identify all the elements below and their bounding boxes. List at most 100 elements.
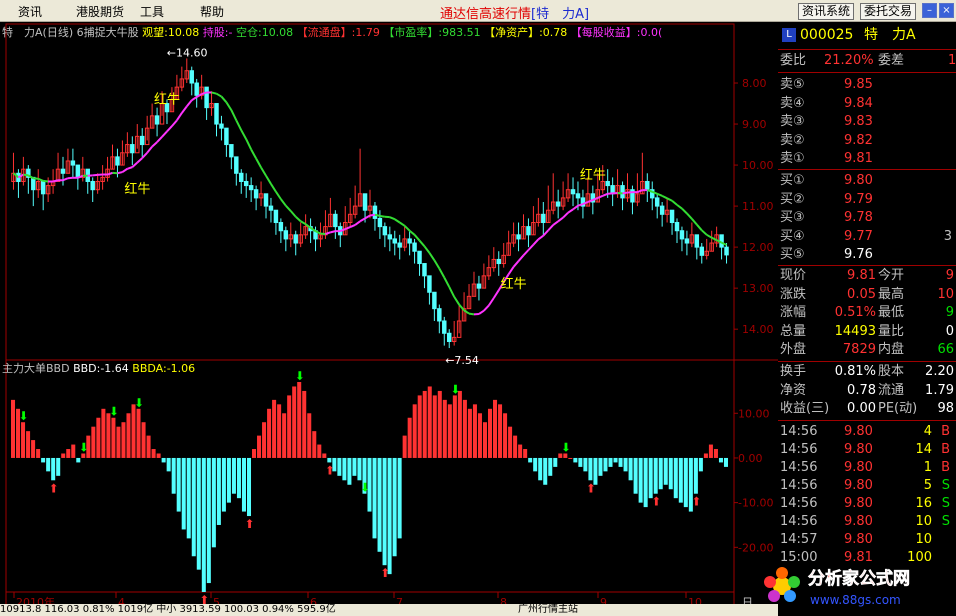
tick-volume: 10 [915,532,932,547]
bbd-bar [186,457,191,539]
ma-segment [43,179,49,183]
candle-body [60,168,66,174]
candle-body [243,180,249,187]
candle-body [90,180,95,191]
tick-price: 9.80 [844,496,873,511]
bbd-bar [31,440,36,458]
fund-value: 0.00 [847,401,876,417]
candle-body [654,197,660,207]
red-bull-signal: 红牛 [580,167,606,183]
candle-body [40,180,46,195]
bbd-bar [36,449,41,458]
bbd-bar [422,390,427,458]
menu-hk-futures[interactable]: 港股期货 [76,3,124,20]
header-name: 主力大单BBD [2,361,73,375]
tick-volume: 5 [923,478,932,493]
bbd-bar [437,390,442,458]
bbd-bar [26,431,31,458]
ma-segment [52,179,59,183]
bbd-down-arrow: ⬇ [79,440,89,454]
buy-level-label: 买③ [780,210,805,226]
sell-level-row: 卖③ 9.83 [778,113,956,131]
tick-row: 14:56 9.80 14 B [778,441,956,459]
buy-level-row: 买④ 9.77 3 [778,228,956,246]
candle-body [397,242,402,248]
red-bull-signal: 红牛 [154,92,180,108]
webi-row: 委比 21.20% 委差 1 [780,53,956,68]
ma-segment [369,213,376,217]
bbd-tick-label: -20.00 [738,541,773,554]
bbd-bar [598,457,603,476]
candle-body [268,205,274,211]
ma-segment [468,312,475,316]
tick-volume: 16 [915,496,932,511]
bbd-bar [467,408,472,458]
candle-body [620,185,625,199]
bbd-bar [176,457,181,512]
bbd-bar [573,457,578,463]
header-item: 空仓:10.08 [236,25,297,39]
bbd-up-arrow: ⬆ [325,463,335,477]
sell-level-label: 卖③ [780,114,805,130]
close-icon[interactable]: × [939,3,954,18]
bbd-bar [116,426,121,458]
sell-price: 9.81 [844,151,873,167]
bbd-down-arrow: ⬇ [295,369,305,383]
fundamental-row: 换手 0.81% 股本 2.20 [778,363,956,381]
stat-value: 0.51% [834,305,876,321]
menu-tools[interactable]: 工具 [140,3,164,20]
bbd-bar [513,435,518,458]
stat-value: 0 [945,323,954,339]
bbd-bar [578,457,583,467]
sell-price: 9.82 [844,132,873,148]
tick-price: 9.80 [844,478,873,493]
kline-chart: ←14.60←7.54红牛红牛红牛红牛⬇⬇⬇⬇⬇⬇⬇⬇⬆⬆⬆⬆⬆⬆⬆ ⬆ 14.0… [0,22,778,616]
ma-segment [330,230,336,234]
fund-value: 0.78 [847,382,876,398]
price-tick-label: 14.00 [742,323,774,336]
candle-body [189,70,194,84]
bbd-bar [698,457,703,472]
sell-price: 9.85 [844,77,873,92]
stat-value: 9 [945,268,954,283]
sell-level-label: 卖② [780,132,805,148]
entrust-trade-button[interactable]: 委托交易 [860,3,917,20]
stat-value: 9.81 [847,268,876,283]
price-tick-label: 8.00 [742,77,767,90]
candle-body [154,115,160,125]
bbd-bar [317,444,322,458]
tick-row: 14:56 9.80 5 S [778,477,956,495]
candle-body [248,185,254,191]
bbd-bar [196,457,201,570]
candle-body [253,189,259,199]
candle-body [377,217,383,228]
candle-body [417,250,422,265]
stat-label: 内盘 [878,342,905,358]
red-bull-signal: 红牛 [124,181,150,197]
minimize-icon[interactable]: – [922,3,937,18]
bbd-bar [252,449,257,458]
bbd-bar [76,457,81,463]
header-formula: 6捕捉大牛股 [77,25,143,39]
bbd-up-arrow: ⬆ [380,566,390,580]
bbd-bar [121,422,126,458]
header-item: 【市盈率】:983.51 [383,25,484,39]
stat-label: 最低 [878,305,905,321]
bbd-bar [523,449,528,458]
buy-level-row: 买⑤ 9.76 [778,246,956,264]
sell-level-row: 卖② 9.82 [778,132,956,150]
menu-info[interactable]: 资讯 [18,3,42,20]
bbd-bar [236,457,241,499]
info-system-button[interactable]: 资讯系统 [798,3,855,20]
bbd-bar [377,457,382,552]
header-item: 【净资产】:0.78 [484,25,571,39]
tick-price: 9.80 [844,532,873,547]
bbd-bar [161,457,166,463]
stat-label: 外盘 [780,342,807,358]
menu-help[interactable]: 帮助 [200,3,224,20]
stat-value: 14493 [834,323,876,339]
candle-body [387,234,393,240]
tick-volume: 1 [923,460,932,475]
bbd-bar [538,457,543,481]
logo-url: www.88gs.com [810,593,901,607]
